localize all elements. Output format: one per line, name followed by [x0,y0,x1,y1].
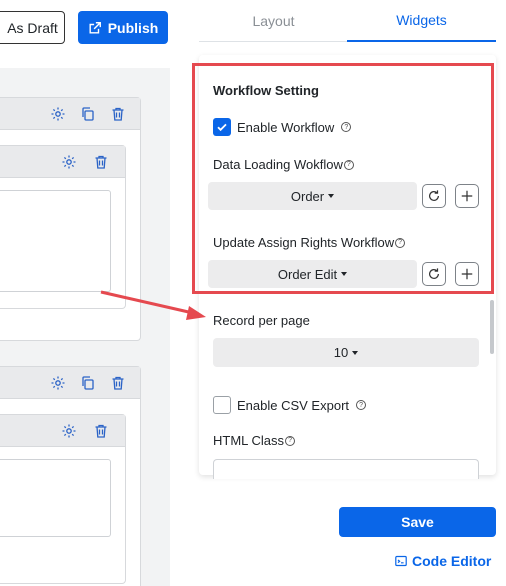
save-as-draft-button[interactable]: As Draft [0,11,65,44]
copy-icon[interactable] [80,375,96,391]
editor-area: As Draft Publish [0,0,183,586]
enable-csv-row[interactable]: Enable CSV Export? [213,396,367,414]
tab-widgets[interactable]: Widgets [347,0,496,42]
editor-canvas [0,68,170,586]
inner-widget[interactable] [0,145,126,309]
widget-container[interactable] [0,97,141,341]
trash-icon[interactable] [93,154,109,170]
widget-toolbar [0,98,140,130]
copy-icon[interactable] [80,106,96,122]
inner-widget-toolbar [0,146,125,178]
widget-container[interactable] [0,366,141,586]
code-editor-link[interactable]: Code Editor [395,553,491,569]
gear-icon[interactable] [50,106,66,122]
external-link-icon [89,21,101,34]
record-per-page-label: Record per page [213,313,310,328]
gear-icon[interactable] [50,375,66,391]
trash-icon[interactable] [93,423,109,439]
inner-widget[interactable] [0,414,126,584]
panel-tabs: Layout Widgets [199,0,496,42]
gear-icon[interactable] [61,423,77,439]
gear-icon[interactable] [61,154,77,170]
html-class-label-row: HTML Class? [213,433,296,448]
code-editor-label: Code Editor [412,553,492,569]
tab-layout[interactable]: Layout [199,0,348,42]
html-class-input[interactable] [213,459,479,479]
inner-widget-toolbar [0,415,125,447]
html-class-label: HTML Class [213,433,285,448]
text-area-preview[interactable] [0,459,111,537]
trash-icon[interactable] [110,106,126,122]
widget-toolbar [0,367,140,399]
help-icon[interactable]: ? [285,435,296,446]
enable-csv-label: Enable CSV Export [237,397,350,413]
terminal-icon [395,555,407,567]
trash-icon[interactable] [110,375,126,391]
record-per-page-text: Record per page [213,313,310,328]
workflow-setting-highlight [192,63,494,294]
save-button[interactable]: Save [339,507,496,537]
text-area-preview[interactable] [0,190,111,292]
caret-down-icon [352,350,359,355]
publish-button[interactable]: Publish [78,11,168,44]
enable-csv-checkbox[interactable] [213,396,231,414]
record-per-page-value: 10 [333,345,349,360]
publish-label: Publish [107,19,159,36]
record-per-page-select[interactable]: 10 [213,338,479,367]
help-icon[interactable]: ? [356,400,367,410]
settings-scrollbar[interactable] [490,300,494,354]
